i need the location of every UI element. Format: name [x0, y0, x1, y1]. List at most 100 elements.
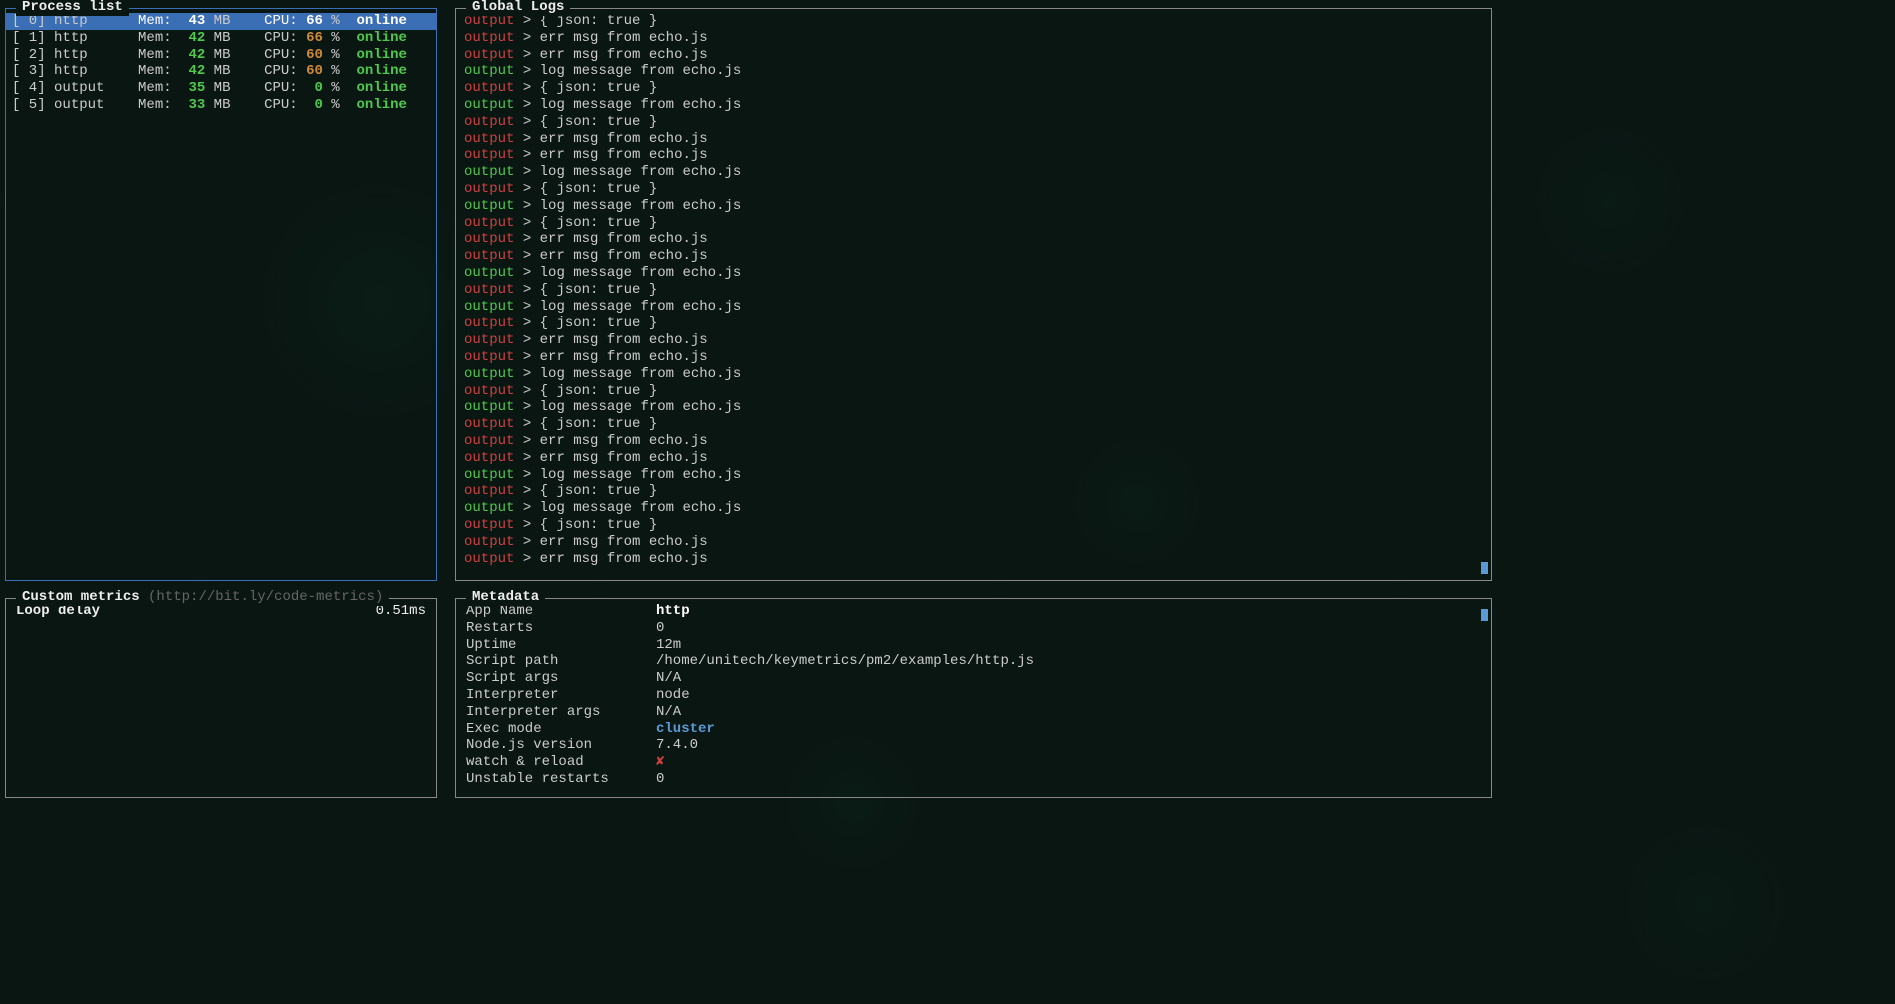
log-source: output: [464, 147, 514, 163]
log-line: output > { json: true }: [464, 80, 1483, 97]
mem-unit: MB: [205, 97, 264, 114]
log-separator: >: [514, 47, 539, 63]
log-source: output: [464, 467, 514, 483]
metadata-row: Interpreternode: [466, 687, 1481, 704]
mem-value: 42: [180, 63, 205, 80]
process-row[interactable]: [ 4] output Mem: 35 MB CPU: 0 % online: [6, 80, 436, 97]
log-separator: >: [514, 500, 539, 516]
process-id: [ 4]: [12, 80, 54, 97]
process-list-body[interactable]: [ 0] http Mem: 43 MB CPU: 66 % online[ 1…: [6, 9, 436, 114]
log-source: output: [464, 450, 514, 466]
metadata-value: ✘: [656, 754, 664, 771]
metadata-row: Script path/home/unitech/keymetrics/pm2/…: [466, 653, 1481, 670]
mem-unit: MB: [205, 30, 264, 47]
metadata-value: http: [656, 603, 690, 620]
log-line: output > { json: true }: [464, 181, 1483, 198]
log-separator: >: [514, 198, 539, 214]
metadata-value: node: [656, 687, 690, 704]
log-message: { json: true }: [540, 483, 658, 499]
log-line: output > { json: true }: [464, 13, 1483, 30]
metadata-value: 0: [656, 620, 664, 637]
log-source: output: [464, 483, 514, 499]
process-status: online: [357, 80, 407, 97]
metadata-value: 0: [656, 771, 664, 788]
metadata-value: 7.4.0: [656, 737, 698, 754]
log-source: output: [464, 517, 514, 533]
log-message: log message from echo.js: [540, 467, 742, 483]
global-logs-panel: Global Logs output > { json: true }outpu…: [455, 8, 1492, 581]
log-line: output > log message from echo.js: [464, 366, 1483, 383]
log-separator: >: [514, 114, 539, 130]
metadata-label: Uptime: [466, 637, 656, 654]
log-source: output: [464, 80, 514, 96]
log-source: output: [464, 198, 514, 214]
metadata-row: Interpreter argsN/A: [466, 704, 1481, 721]
log-source: output: [464, 265, 514, 281]
metadata-value: 12m: [656, 637, 681, 654]
process-row[interactable]: [ 1] http Mem: 42 MB CPU: 66 % online: [6, 30, 436, 47]
log-source: output: [464, 215, 514, 231]
process-status: online: [357, 30, 407, 47]
log-line: output > err msg from echo.js: [464, 551, 1483, 568]
log-line: output > err msg from echo.js: [464, 248, 1483, 265]
global-logs-body[interactable]: output > { json: true }output > err msg …: [456, 9, 1491, 571]
log-line: output > { json: true }: [464, 215, 1483, 232]
metadata-panel: Metadata App NamehttpRestarts0Uptime12mS…: [455, 598, 1492, 798]
process-name: http: [54, 47, 138, 64]
log-message: { json: true }: [540, 215, 658, 231]
log-line: output > err msg from echo.js: [464, 534, 1483, 551]
metadata-row: Uptime12m: [466, 637, 1481, 654]
process-row[interactable]: [ 2] http Mem: 42 MB CPU: 60 % online: [6, 47, 436, 64]
log-separator: >: [514, 30, 539, 46]
custom-metrics-subtitle: (http://bit.ly/code-metrics): [148, 589, 383, 605]
cpu-unit: %: [323, 13, 357, 30]
process-id: [ 1]: [12, 30, 54, 47]
metadata-label: Restarts: [466, 620, 656, 637]
process-id: [ 3]: [12, 63, 54, 80]
mem-unit: MB: [205, 80, 264, 97]
process-row[interactable]: [ 5] output Mem: 33 MB CPU: 0 % online: [6, 97, 436, 114]
log-message: err msg from echo.js: [540, 47, 708, 63]
metadata-value: N/A: [656, 670, 681, 687]
custom-metrics-panel: Custom metrics (http://bit.ly/code-metri…: [5, 598, 437, 798]
log-source: output: [464, 248, 514, 264]
cpu-unit: %: [323, 30, 357, 47]
log-message: { json: true }: [540, 517, 658, 533]
process-status: online: [357, 97, 407, 114]
metadata-label: Script path: [466, 653, 656, 670]
log-message: err msg from echo.js: [540, 30, 708, 46]
log-line: output > { json: true }: [464, 315, 1483, 332]
log-line: output > err msg from echo.js: [464, 332, 1483, 349]
log-separator: >: [514, 332, 539, 348]
mem-label: Mem:: [138, 63, 180, 80]
log-source: output: [464, 399, 514, 415]
log-separator: >: [514, 97, 539, 113]
metadata-scrollbar-thumb[interactable]: [1481, 609, 1488, 621]
metadata-row: watch & reload✘: [466, 754, 1481, 771]
logs-scrollbar-thumb[interactable]: [1481, 562, 1488, 574]
metadata-label: watch & reload: [466, 754, 656, 771]
log-source: output: [464, 47, 514, 63]
custom-metrics-title: Custom metrics (http://bit.ly/code-metri…: [16, 589, 389, 606]
cpu-label: CPU:: [264, 63, 306, 80]
cpu-value: 0: [306, 97, 323, 114]
log-separator: >: [514, 248, 539, 264]
log-message: log message from echo.js: [540, 198, 742, 214]
log-line: output > log message from echo.js: [464, 399, 1483, 416]
log-source: output: [464, 30, 514, 46]
log-separator: >: [514, 63, 539, 79]
log-line: output > { json: true }: [464, 483, 1483, 500]
process-name: http: [54, 30, 138, 47]
process-row[interactable]: [ 3] http Mem: 42 MB CPU: 60 % online: [6, 63, 436, 80]
log-source: output: [464, 282, 514, 298]
log-line: output > { json: true }: [464, 114, 1483, 131]
metadata-row: App Namehttp: [466, 603, 1481, 620]
cpu-value: 66: [306, 30, 323, 47]
log-message: log message from echo.js: [540, 366, 742, 382]
log-source: output: [464, 231, 514, 247]
mem-label: Mem:: [138, 30, 180, 47]
log-line: output > { json: true }: [464, 282, 1483, 299]
log-line: output > log message from echo.js: [464, 63, 1483, 80]
log-source: output: [464, 63, 514, 79]
log-separator: >: [514, 467, 539, 483]
